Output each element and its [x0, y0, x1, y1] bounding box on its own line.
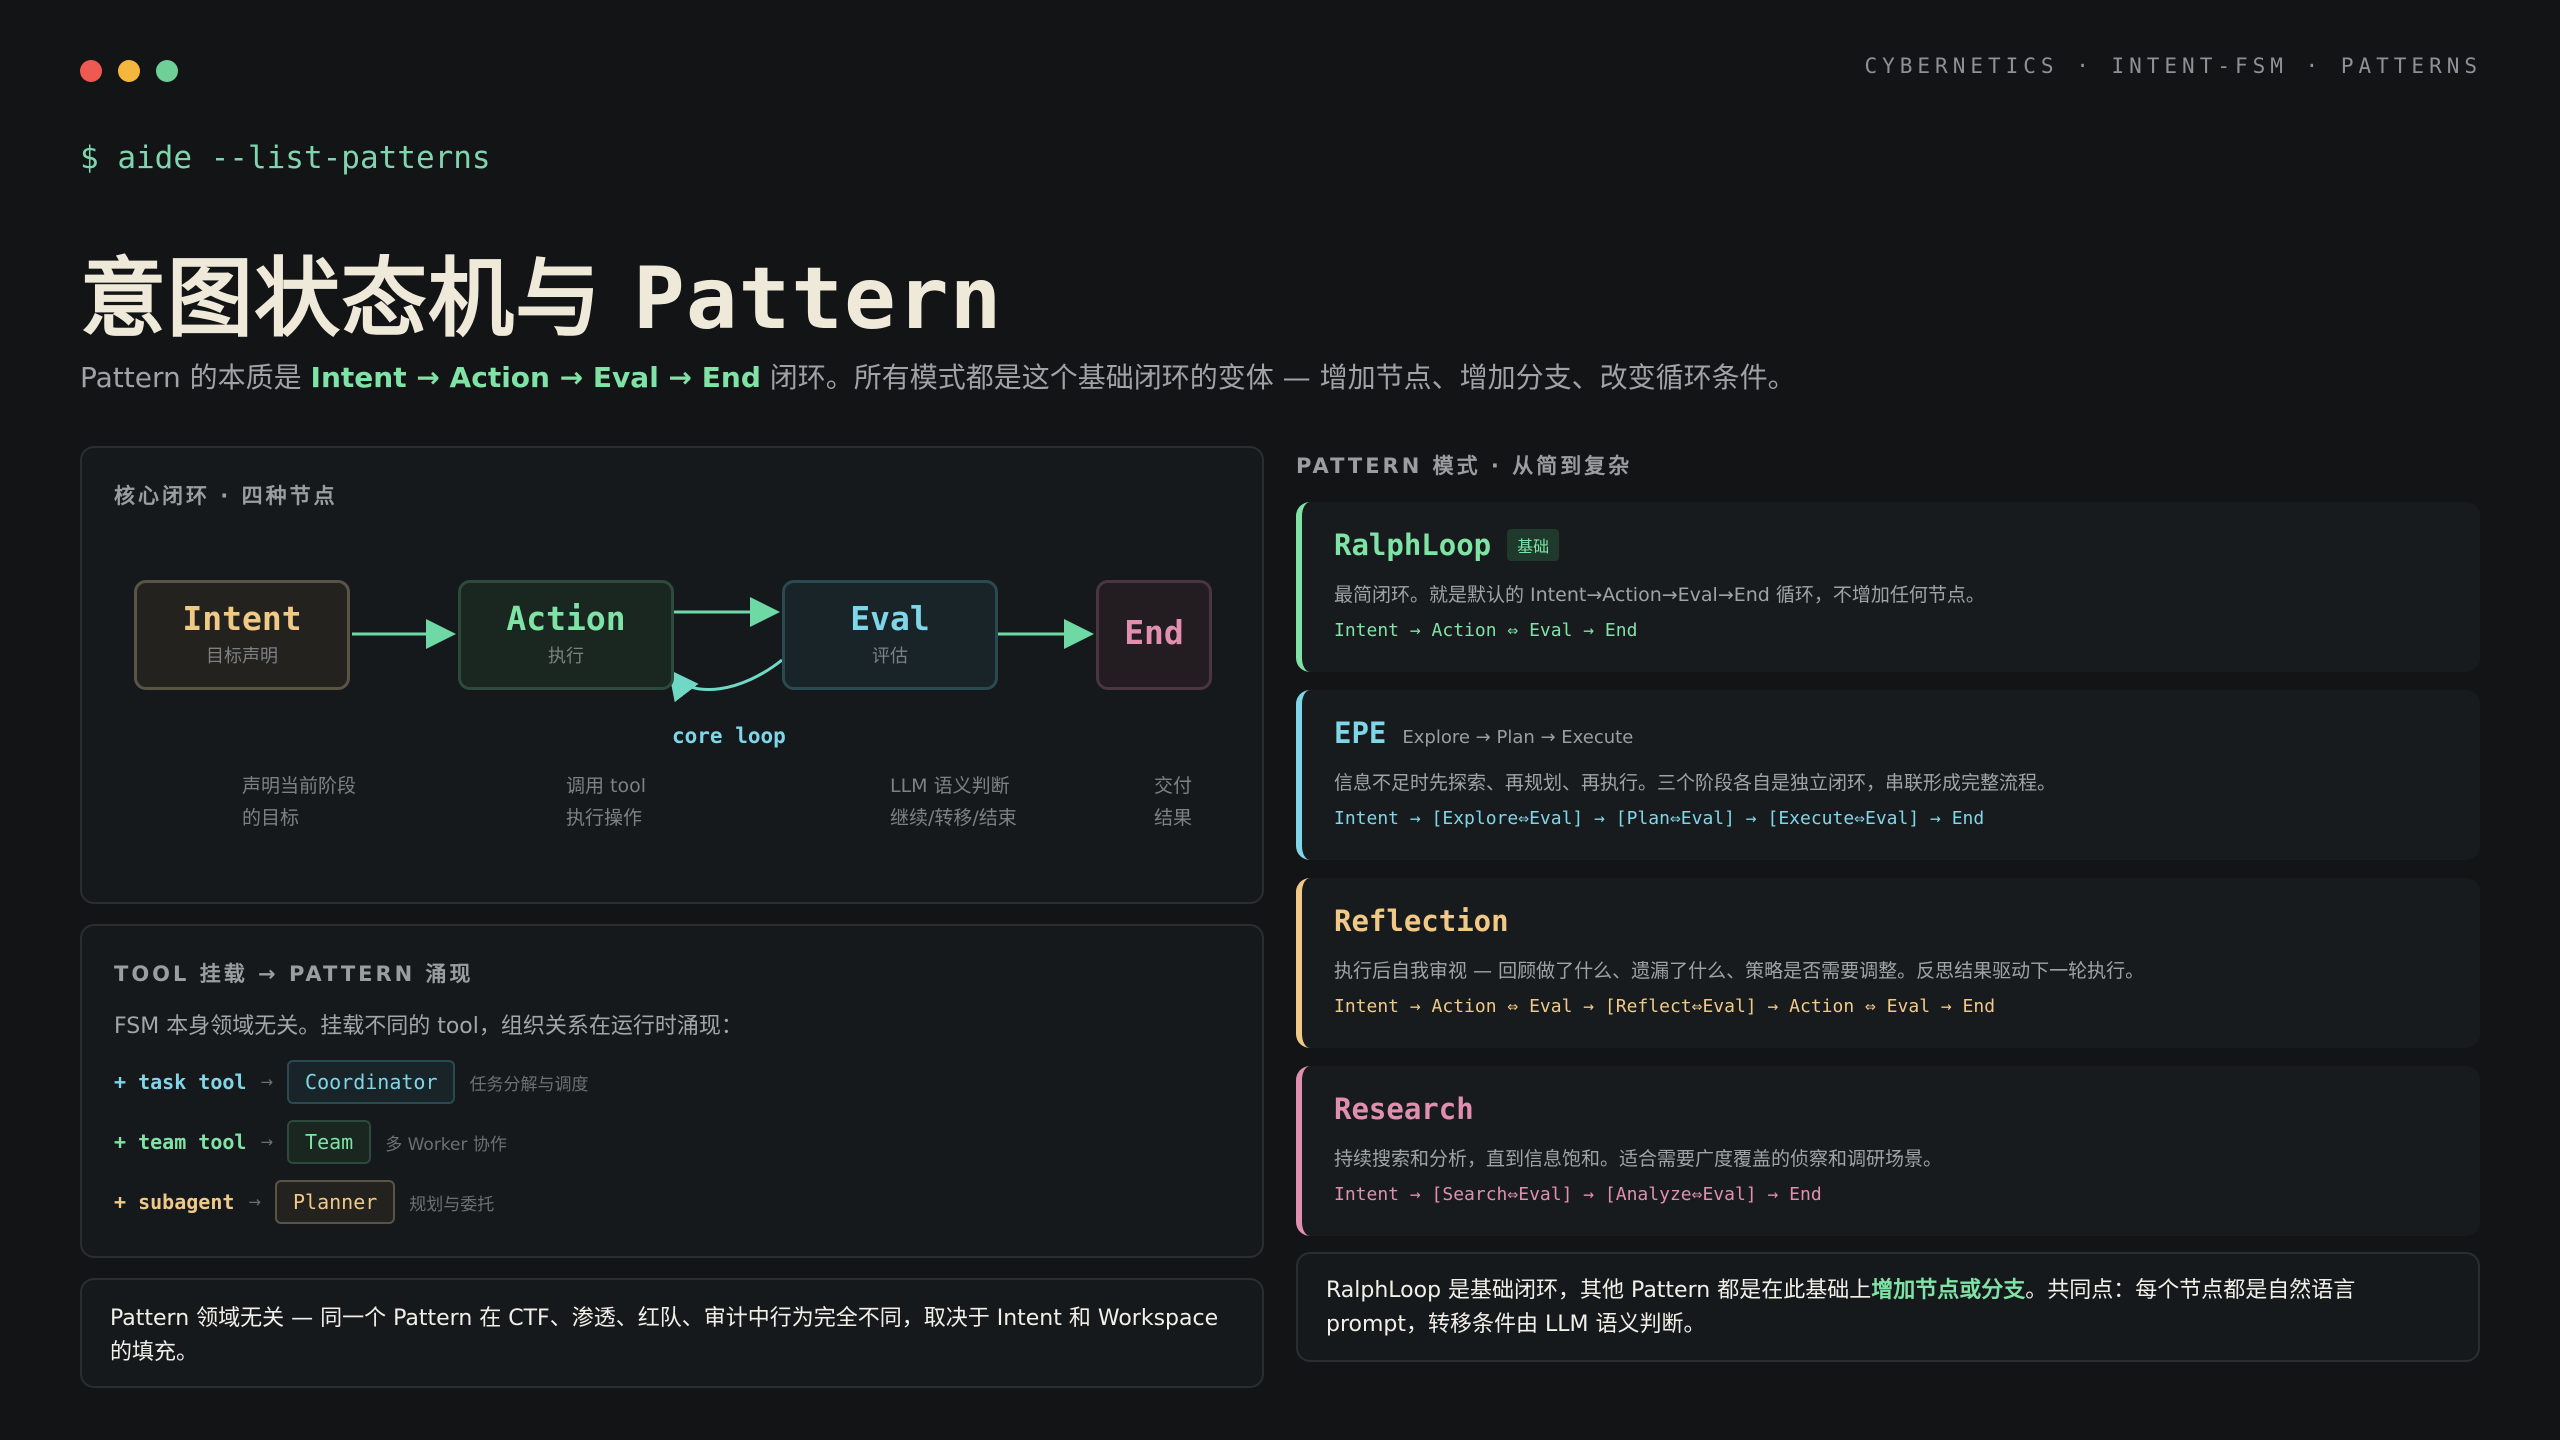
pattern-card-reflection[interactable]: Reflection 执行后自我审视 — 回顾做了什么、遗漏了什么、策略是否需要…	[1296, 878, 2480, 1048]
summary-highlight: 增加节点或分支	[1871, 1278, 2026, 1303]
tool-panel: TOOL 挂载 → PATTERN 涌现 FSM 本身领域无关。挂载不同的 to…	[80, 924, 1264, 1258]
tool-row-subagent: + subagent → Planner 规划与委托	[114, 1180, 494, 1224]
patterns-header: PATTERN 模式 · 从简到复杂	[1296, 454, 1633, 478]
node-intent: Intent 目标声明	[134, 580, 350, 690]
card-badge: 基础	[1507, 529, 1560, 561]
tool-key: + task tool	[114, 1070, 247, 1094]
tool-panel-desc: FSM 本身领域无关。挂载不同的 tool，组织关系在运行时涌现：	[114, 1014, 743, 1039]
card-flow: Intent → Action ⇔ Eval → [Reflect⇔Eval] …	[1334, 996, 1996, 1017]
card-desc: 持续搜索和分析，直到信息饱和。适合需要广度覆盖的侦察和调研场景。	[1334, 1148, 1943, 1170]
card-desc: 信息不足时先探索、再规划、再执行。三个阶段各自是独立闭环，串联形成完整流程。	[1334, 772, 2057, 794]
card-sub: Explore → Plan → Execute	[1402, 727, 1634, 748]
card-name: EPE	[1334, 716, 1387, 750]
subtitle-suffix: 闭环。所有模式都是这个基础闭环的变体 — 增加节点、增加分支、改变循环条件。	[760, 361, 1796, 394]
node-end: End	[1096, 580, 1212, 690]
card-desc: 执行后自我审视 — 回顾做了什么、遗漏了什么、策略是否需要调整。反思结果驱动下一…	[1334, 960, 2145, 982]
summary-prefix: RalphLoop 是基础闭环，其他 Pattern 都是在此基础上	[1326, 1278, 1872, 1303]
pill-note: 任务分解与调度	[469, 1074, 589, 1095]
command-prompt: $ aide --list-patterns	[80, 140, 491, 176]
node-action-name: Action	[506, 599, 626, 638]
card-name: RalphLoop	[1334, 528, 1492, 562]
card-name: Reflection	[1334, 904, 1509, 938]
card-flow: Intent → Action ⇔ Eval → End	[1334, 620, 1638, 641]
node-eval-name: Eval	[850, 599, 930, 638]
node-intent-desc: 声明当前阶段 的目标	[242, 775, 357, 829]
pattern-pill-planner[interactable]: Planner	[275, 1180, 396, 1224]
tool-key: + team tool	[114, 1130, 247, 1154]
tool-row-team: + team tool → Team 多 Worker 协作	[114, 1120, 507, 1164]
card-flow: Intent → [Explore⇔Eval] → [Plan⇔Eval] → …	[1334, 808, 1985, 829]
card-desc: 最简闭环。就是默认的 Intent→Action→Eval→End 循环，不增加…	[1334, 584, 1985, 606]
close-dot[interactable]	[80, 60, 102, 82]
arrow-icon: →	[260, 1073, 274, 1091]
tool-key: + subagent	[114, 1190, 235, 1214]
domain-note-text: Pattern 领域无关 — 同一个 Pattern 在 CTF、渗透、红队、审…	[110, 1306, 1219, 1365]
pill-note: 规划与委托	[409, 1194, 495, 1215]
card-name: Research	[1334, 1092, 1474, 1126]
node-action-sub: 执行	[548, 646, 584, 667]
window-controls	[80, 60, 178, 82]
pattern-card-research[interactable]: Research 持续搜索和分析，直到信息饱和。适合需要广度覆盖的侦察和调研场景…	[1296, 1066, 2480, 1236]
node-eval: Eval 评估	[782, 580, 998, 690]
pattern-pill-team[interactable]: Team	[287, 1120, 372, 1164]
arrow-eval-action-loop	[668, 658, 783, 703]
title-cn: 意图状态机与	[80, 249, 602, 349]
node-intent-sub: 目标声明	[206, 646, 278, 667]
node-action: Action 执行	[458, 580, 674, 690]
subtitle-highlight: Intent → Action → Eval → End	[310, 361, 761, 394]
node-end-name: End	[1124, 613, 1184, 652]
subtitle-prefix: Pattern 的本质是	[80, 361, 311, 394]
pattern-card-ralphloop[interactable]: RalphLoop 基础 最简闭环。就是默认的 Intent→Action→Ev…	[1296, 502, 2480, 672]
node-end-desc: 交付 结果	[1154, 775, 1193, 829]
node-eval-sub: 评估	[872, 646, 908, 667]
maximize-dot[interactable]	[156, 60, 178, 82]
card-flow: Intent → [Search⇔Eval] → [Analyze⇔Eval] …	[1334, 1184, 1822, 1205]
node-eval-desc: LLM 语义判断 继续/转移/结束	[890, 775, 1017, 829]
page-subtitle: Pattern 的本质是 Intent → Action → Eval → En…	[80, 356, 1796, 396]
pattern-card-epe[interactable]: EPE Explore → Plan → Execute 信息不足时先探索、再规…	[1296, 690, 2480, 860]
node-intent-name: Intent	[182, 599, 302, 638]
arrow-icon: →	[248, 1193, 261, 1211]
core-loop-panel: 核心闭环 · 四种节点 Intent 目标声明 Action 执行 Eval 评…	[80, 446, 1264, 904]
core-loop-label: core loop	[672, 724, 786, 748]
node-action-desc: 调用 tool 执行操作	[566, 775, 647, 829]
pill-note: 多 Worker 协作	[385, 1134, 507, 1155]
summary-text: RalphLoop 是基础闭环，其他 Pattern 都是在此基础上增加节点或分…	[1326, 1274, 2450, 1342]
pattern-pill-coordinator[interactable]: Coordinator	[287, 1060, 456, 1104]
patterns-summary: RalphLoop 是基础闭环，其他 Pattern 都是在此基础上增加节点或分…	[1296, 1252, 2480, 1362]
minimize-dot[interactable]	[118, 60, 140, 82]
page-title: 意图状态机与 Pattern	[80, 228, 1002, 353]
title-en: Pattern	[632, 249, 1003, 349]
tool-row-task: + task tool → Coordinator 任务分解与调度	[114, 1060, 588, 1104]
arrow-icon: →	[260, 1133, 274, 1151]
tool-panel-label: TOOL 挂载 → PATTERN 涌现	[114, 962, 474, 986]
domain-note: Pattern 领域无关 — 同一个 Pattern 在 CTF、渗透、红队、审…	[80, 1278, 1264, 1388]
breadcrumb: CYBERNETICS · INTENT-FSM · PATTERNS	[1864, 54, 2482, 78]
